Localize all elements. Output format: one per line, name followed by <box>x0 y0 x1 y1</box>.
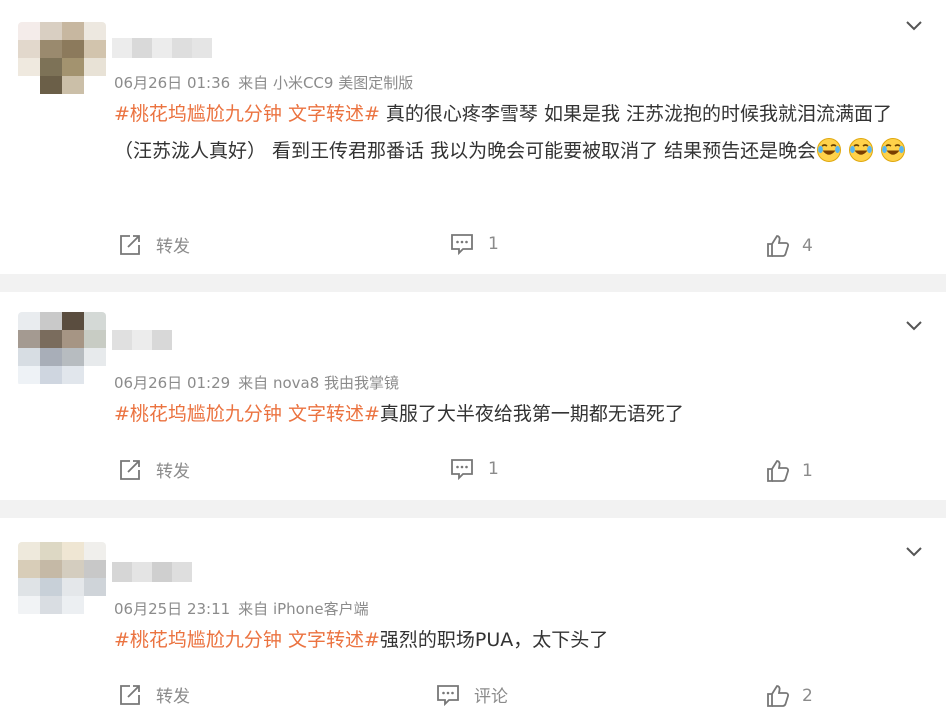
repost-label: 转发 <box>156 687 190 707</box>
avatar[interactable] <box>18 312 106 386</box>
separator <box>0 500 946 518</box>
avatar[interactable] <box>18 22 106 96</box>
comment-button[interactable]: 评论 <box>436 682 508 707</box>
emoji-row <box>816 137 912 163</box>
laugh-cry-emoji <box>880 137 906 163</box>
repost-button[interactable]: 转发 <box>118 682 190 707</box>
repost-icon <box>120 684 140 705</box>
comment-source: 来自 iPhone客户端 <box>238 600 369 618</box>
comment-source: 来自 小米CC9 美图定制版 <box>238 74 414 92</box>
separator <box>0 274 946 292</box>
comment-text: #桃花坞尴尬九分钟 文字转述#真服了大半夜给我第一期都无语死了 <box>114 396 922 433</box>
like-count: 2 <box>802 686 813 706</box>
comment-card: 06月25日 23:11 来自 iPhone客户端 #桃花坞尴尬九分钟 文字转述#… <box>0 518 946 720</box>
comment-card: 06月26日 01:29 来自 nova8 我由我掌镜 #桃花坞尴尬九分钟 文字转… <box>0 292 946 500</box>
comment-time: 06月25日 23:11 <box>114 600 231 618</box>
comment-body: 强烈的职场PUA，太下头了 <box>379 629 609 651</box>
comment-button[interactable]: 1 <box>450 457 499 481</box>
chevron-down-icon[interactable] <box>904 542 924 562</box>
like-button[interactable]: 1 <box>766 459 813 483</box>
like-button[interactable]: 4 <box>766 234 813 258</box>
comment-icon <box>437 684 459 706</box>
repost-button[interactable]: 转发 <box>118 232 190 257</box>
username-blurred[interactable] <box>112 562 192 582</box>
repost-label: 转发 <box>156 237 190 257</box>
chevron-down-icon[interactable] <box>904 316 924 336</box>
comment-time: 06月26日 01:29 <box>114 374 231 392</box>
comment-text: #桃花坞尴尬九分钟 文字转述# 真的很心疼李雪琴 如果是我 汪苏泷抱的时候我就泪… <box>114 96 922 170</box>
thumbs-up-icon <box>767 685 790 707</box>
comment-icon <box>451 459 473 481</box>
thumbs-up-icon <box>767 235 790 257</box>
repost-icon <box>120 234 140 255</box>
repost-button[interactable]: 转发 <box>118 457 190 482</box>
comment-card: 06月26日 01:36 来自 小米CC9 美图定制版 #桃花坞尴尬九分钟 文字转… <box>0 0 946 274</box>
comment-body: 真服了大半夜给我第一期都无语死了 <box>379 403 684 425</box>
comment-source: 来自 nova8 我由我掌镜 <box>238 374 400 392</box>
like-count: 4 <box>802 236 813 256</box>
topic-link[interactable]: #桃花坞尴尬九分钟 文字转述# <box>114 403 380 425</box>
laugh-cry-emoji <box>848 137 874 163</box>
comment-feed: 06月26日 01:36 来自 小米CC9 美图定制版 #桃花坞尴尬九分钟 文字转… <box>0 0 946 720</box>
like-button[interactable]: 2 <box>766 684 813 708</box>
comment-button[interactable]: 1 <box>450 232 499 256</box>
comment-count: 1 <box>488 234 499 254</box>
topic-link[interactable]: #桃花坞尴尬九分钟 文字转述# <box>114 103 380 125</box>
laugh-cry-emoji <box>816 137 842 163</box>
comment-meta: 06月25日 23:11 来自 iPhone客户端 <box>114 598 369 619</box>
username-blurred[interactable] <box>112 38 212 58</box>
comment-text: #桃花坞尴尬九分钟 文字转述#强烈的职场PUA，太下头了 <box>114 622 922 659</box>
repost-icon <box>120 459 140 480</box>
comment-meta: 06月26日 01:29 来自 nova8 我由我掌镜 <box>114 372 399 393</box>
comment-count: 1 <box>488 459 499 479</box>
comment-icon <box>451 234 473 256</box>
username-blurred[interactable] <box>112 330 172 350</box>
topic-link[interactable]: #桃花坞尴尬九分钟 文字转述# <box>114 629 380 651</box>
like-count: 1 <box>802 461 813 481</box>
comment-label: 评论 <box>474 687 508 707</box>
comment-meta: 06月26日 01:36 来自 小米CC9 美图定制版 <box>114 72 413 93</box>
repost-label: 转发 <box>156 462 190 482</box>
avatar[interactable] <box>18 542 106 616</box>
comment-time: 06月26日 01:36 <box>114 74 231 92</box>
chevron-down-icon[interactable] <box>904 16 924 36</box>
thumbs-up-icon <box>767 460 790 482</box>
